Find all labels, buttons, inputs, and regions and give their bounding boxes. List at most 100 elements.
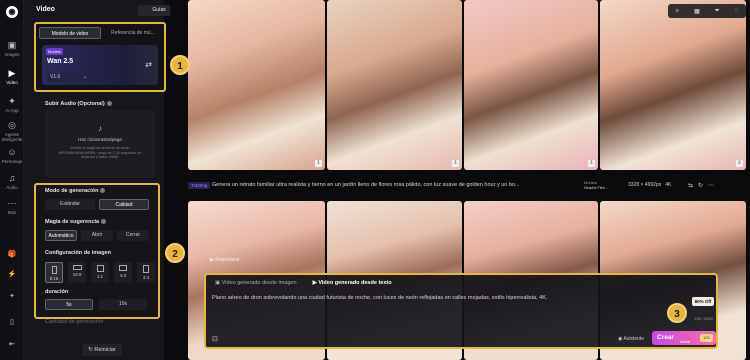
refresh-icon[interactable]: ↻ — [698, 183, 708, 189]
bolt-icon[interactable]: ⚡ — [4, 270, 20, 278]
reset-button[interactable]: ↻ Reiniciar — [82, 344, 122, 356]
character-icon: ☺ — [7, 147, 17, 157]
panel-title: Video — [36, 6, 55, 13]
result-image-3[interactable]: ⇩ — [464, 0, 598, 170]
logo-icon[interactable]: ◉ — [6, 6, 18, 18]
more-icon[interactable]: ⋯ — [708, 183, 719, 189]
prompt-actions: ⇆↻⋯ — [688, 182, 719, 189]
ratio-9-16-button[interactable]: 9:16 — [45, 262, 63, 283]
duration-label: duración — [45, 289, 69, 295]
assistant-button[interactable]: ◉ Asistente — [618, 336, 644, 342]
magic-open-button[interactable]: Abrir — [81, 230, 113, 241]
rail-item-ai-app[interactable]: ✦ AI App — [0, 96, 24, 113]
duration-5s-button[interactable]: 5s — [45, 299, 93, 310]
image-size: 3328 × 4992px 4K — [628, 182, 672, 188]
ratio-3-4-button[interactable]: 3:4 — [137, 262, 155, 283]
create-button[interactable]: Crear Inicial 100 — [652, 331, 716, 345]
composer-tabs: ▣ Video generado desde imagen ▶ Video ge… — [212, 279, 395, 287]
magic-buttons: Automático Abrir Cerrar — [45, 230, 149, 241]
rail-item-image[interactable]: ▣ Imagen — [0, 40, 24, 57]
step-marker-2: 2 — [165, 243, 185, 263]
ratio-4-3-button[interactable]: 4:3 — [114, 262, 132, 283]
rail-item-audio[interactable]: ♫ Audio — [0, 173, 24, 190]
prompt-composer: ▣ Video generado desde imagen ▶ Video ge… — [204, 273, 718, 349]
model-card[interactable]: Modelo Wan 2.5 V1.0 ⌄ ⇄ — [42, 45, 158, 85]
credits-icon[interactable]: ✦ — [4, 292, 20, 300]
model-name: Wan 2.5 — [47, 58, 74, 65]
image-icon: ▣ — [215, 280, 222, 286]
rail-item-agent[interactable]: ◎ Agente Inteligente — [0, 120, 24, 142]
tab-video-model[interactable]: Modelo de video — [39, 27, 101, 39]
portrait-icon — [51, 266, 57, 274]
agent-icon: ◎ — [8, 120, 16, 130]
rail-item-video[interactable]: ▶ Video — [0, 68, 24, 85]
download-icon[interactable]: ⇩ — [452, 160, 459, 167]
prompt-textarea[interactable]: Plano aéreo de dron sobrevolando una ciu… — [212, 295, 672, 301]
discount-badge: 80% Off — [692, 297, 714, 306]
gift-icon[interactable]: 🎁 — [4, 250, 20, 258]
download-icon[interactable]: ⇩ — [315, 160, 322, 167]
hide-icon[interactable]: ◌ — [735, 8, 739, 14]
ratio-16-9-button[interactable]: 16:9 — [68, 262, 86, 283]
model-version-select[interactable]: V1.0 ⌄ — [47, 73, 91, 82]
more-icon: ⋯ — [7, 198, 17, 208]
duration-buttons: 5s 10s — [45, 299, 147, 310]
model-badge: Modelo — [46, 48, 64, 55]
model-selector-box: Modelo de video Referencia de mú... Mode… — [34, 22, 166, 92]
music-file-icon: ♪ — [98, 124, 102, 133]
prompt-text[interactable]: Genera un retrato familiar ultra realist… — [212, 182, 542, 188]
mode-standard-button[interactable]: Estándar — [45, 199, 95, 210]
swap-model-icon[interactable]: ⇄ — [145, 60, 152, 69]
magic-auto-button[interactable]: Automático — [45, 230, 77, 241]
remix-icon[interactable]: ⇆ — [688, 183, 698, 189]
rail-item-character[interactable]: ☺ Personaje — [0, 147, 24, 164]
tab-image-to-video[interactable]: ▣ Video generado desde imagen — [212, 279, 300, 287]
mode-buttons: Estándar Calidad — [45, 199, 149, 210]
app-root: ◉ ▣ Imagen ▶ Video ✦ AI App ◎ Agente Int… — [0, 0, 750, 360]
info-icon — [101, 219, 107, 225]
ai-app-icon: ✦ — [8, 96, 16, 106]
icon-rail: ◉ ▣ Imagen ▶ Video ✦ AI App ◎ Agente Int… — [0, 0, 24, 360]
audio-section-label: Subir Audio (Opcional) — [45, 101, 112, 107]
duration-10s-button[interactable]: 10s — [99, 299, 147, 310]
info-icon — [106, 101, 112, 107]
mode-quality-button[interactable]: Calidad — [99, 199, 149, 210]
phone-icon[interactable]: ▯ — [4, 318, 20, 326]
ratio-buttons: 9:16 16:9 1:1 4:3 3:4 — [45, 262, 155, 283]
landscape-icon — [119, 265, 127, 271]
portrait-icon — [143, 265, 149, 273]
audio-icon: ♫ — [8, 173, 16, 183]
collapse-icon[interactable]: ⇤ — [4, 340, 20, 348]
top-toolbar: ⌕ ▦ ⏷ ◌ — [668, 4, 746, 18]
magic-label: Magia de sugerencia — [45, 219, 107, 225]
grid-icon[interactable]: ▦ — [694, 8, 700, 15]
model-tabs: Modelo de video Referencia de mú... — [39, 27, 163, 39]
step-marker-1: 1 — [170, 55, 190, 75]
ratio-1-1-button[interactable]: 1:1 — [91, 262, 109, 283]
prompt-tag: Txt2Img — [188, 182, 211, 189]
play-button[interactable]: ▶ Reproducir — [210, 255, 250, 266]
result-image-2[interactable]: ⇩ — [327, 0, 462, 170]
result-image-4[interactable]: ⇩ — [600, 0, 746, 170]
audio-upload-dropzone[interactable]: ♪ Haz clic/arrastra/pega Admite la carga… — [45, 110, 155, 178]
tab-multi-reference[interactable]: Referencia de mú... — [103, 27, 163, 39]
filter-icon[interactable]: ⏷ — [715, 8, 720, 15]
quantity-label: Cantidad de generación — [45, 319, 104, 325]
magic-close-button[interactable]: Cerrar — [117, 230, 149, 241]
prompt-row: Txt2Img Genera un retrato familiar ultra… — [188, 180, 744, 194]
attach-icon[interactable]: ⊡ — [212, 335, 218, 343]
search-icon[interactable]: ⌕ — [676, 8, 679, 15]
rail-item-more[interactable]: ⋯ Más — [0, 198, 24, 215]
landscape-icon — [72, 265, 82, 270]
char-counter: 136 / 2000 — [694, 316, 713, 321]
result-image-1[interactable]: ⇩ — [188, 0, 325, 170]
download-icon[interactable]: ⇩ — [588, 160, 595, 167]
info-icon — [100, 188, 106, 194]
model-info: Modelo SeaArt Film ... — [584, 180, 610, 190]
mode-label: Modo de generación — [45, 188, 106, 194]
image-icon: ▣ — [7, 40, 17, 50]
square-icon — [96, 265, 104, 272]
step-marker-3: 3 — [667, 303, 687, 323]
download-icon[interactable]: ⇩ — [736, 160, 743, 167]
tab-text-to-video[interactable]: ▶ Video generado desde texto — [310, 279, 395, 287]
